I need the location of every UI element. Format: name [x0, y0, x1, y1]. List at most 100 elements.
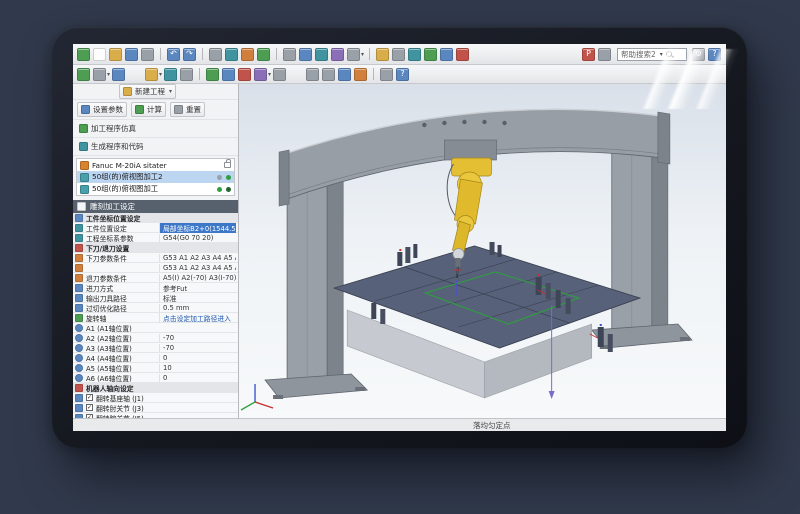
tree-item-toolpath-1[interactable]: 50组(的)俯视图加工	[77, 183, 234, 195]
property-value[interactable]: 标准	[159, 293, 236, 303]
undo-icon[interactable]: ↶	[167, 48, 181, 61]
flip-checkbox[interactable]	[86, 394, 93, 401]
property-row[interactable]: 下刀/退刀设置	[73, 243, 238, 253]
property-row[interactable]: 旋转轴 点击设定加工路径进入	[73, 313, 238, 323]
property-row[interactable]: 翻转肘关节 (J3)	[73, 403, 238, 413]
tree-item-toolpath-2[interactable]: 50组(的)俯视图加工2	[77, 171, 234, 183]
help-icon-2[interactable]: ?	[396, 68, 410, 81]
collision-check-icon[interactable]	[456, 48, 470, 61]
open-file-icon[interactable]	[109, 48, 123, 61]
property-value[interactable]: 10	[159, 364, 236, 372]
help-search-input[interactable]: 帮助搜索2 ▾	[617, 48, 687, 61]
property-row[interactable]: 工件坐标位置设定	[73, 213, 238, 223]
property-row[interactable]: 进刀方式 参考Fut	[73, 283, 238, 293]
machine-config-icon[interactable]: ▾	[145, 68, 162, 81]
simulation-icon[interactable]	[440, 48, 454, 61]
property-row[interactable]: 输出刀具路径 标准	[73, 293, 238, 303]
stock-setup-icon[interactable]	[180, 68, 194, 81]
viewport-3d[interactable]	[239, 84, 726, 418]
new-project-button[interactable]: 新建工程 ▾	[119, 84, 176, 99]
display-options-icon[interactable]	[380, 68, 394, 81]
save-icon[interactable]	[125, 48, 139, 61]
chevron-down-icon[interactable]: ▾	[660, 51, 663, 58]
property-row[interactable]: 工件位置设定 局部坐标B2+0(1544.582	[73, 223, 238, 233]
measure-tool-icon[interactable]	[331, 48, 345, 61]
help-icon[interactable]: ?	[708, 48, 722, 61]
property-row[interactable]: A3 (A3轴位置) -70	[73, 343, 238, 353]
settings-gear-icon[interactable]: ⚙	[692, 48, 706, 61]
redo-icon[interactable]: ↷	[183, 48, 197, 61]
property-label: 工程坐标系参数	[86, 233, 156, 243]
post-process-icon[interactable]	[273, 68, 287, 81]
sketch-tool-icon[interactable]	[112, 68, 126, 81]
edit-toolpath-icon[interactable]	[222, 68, 236, 81]
select-tool-icon[interactable]: ▾	[93, 68, 110, 81]
pan-view-icon[interactable]	[225, 48, 239, 61]
property-row[interactable]: 过切优化路径 0.5 mm	[73, 303, 238, 313]
zoom-fit-icon[interactable]	[354, 68, 368, 81]
property-row[interactable]: 退刀参数条件 A5(I) A2(-70) A3(I-70)	[73, 273, 238, 283]
new-toolpath-icon[interactable]	[206, 68, 220, 81]
zoom-view-icon[interactable]	[241, 48, 255, 61]
view-top-icon[interactable]	[322, 68, 336, 81]
wireframe-display-icon[interactable]	[283, 48, 297, 61]
flip-checkbox[interactable]	[86, 414, 93, 418]
property-value[interactable]: 0.5 mm	[159, 304, 236, 312]
property-row[interactable]: G53 A1 A2 A3 A4 A5 A6	[73, 263, 238, 273]
app-logo-icon[interactable]	[77, 48, 91, 61]
calculate-button[interactable]: 计算	[131, 102, 166, 117]
property-icon	[75, 214, 83, 222]
property-value[interactable]: -70	[159, 334, 236, 342]
property-value[interactable]: 局部坐标B2+0(1544.582	[159, 223, 236, 233]
workpiece-setup-icon[interactable]	[408, 48, 422, 61]
reset-icon	[174, 105, 183, 114]
property-value[interactable]: -70	[159, 344, 236, 352]
section-view-icon[interactable]	[315, 48, 329, 61]
shaded-display-icon[interactable]	[299, 48, 313, 61]
toolpath-create-icon[interactable]	[424, 48, 438, 61]
property-value[interactable]: 点击设定加工路径进入	[159, 313, 236, 323]
machining-settings-header[interactable]: 雕刻加工设定	[73, 200, 238, 213]
view-front-icon[interactable]	[306, 68, 320, 81]
property-value[interactable]: A5(I) A2(-70) A3(I-70)	[159, 274, 236, 282]
property-row[interactable]: 下刀参数条件 G53 A1 A2 A3 A4 A5 A6	[73, 253, 238, 263]
toolbar-icon-glyph	[408, 48, 421, 61]
property-row[interactable]: A5 (A5轴位置) 10	[73, 363, 238, 373]
property-row[interactable]: 翻转腕关节 (J5)	[73, 413, 238, 418]
property-value[interactable]: G54(G0 70 20)	[159, 234, 236, 242]
generate-code-button[interactable]: 生成程序和代码	[77, 140, 146, 153]
property-value[interactable]: G53 A1 A2 A3 A4 A5 A6	[159, 264, 236, 272]
property-row[interactable]: 机器人轴向设定	[73, 383, 238, 393]
property-value[interactable]: 0	[159, 354, 236, 362]
tool-library-icon[interactable]	[392, 48, 406, 61]
flip-checkbox[interactable]	[86, 404, 93, 411]
view-orientation-icon[interactable]: ▾	[347, 48, 364, 61]
property-row[interactable]: A1 (A1轴位置)	[73, 323, 238, 333]
simulate-program-button[interactable]: 加工程序仿真	[77, 122, 138, 135]
tree-item-robot[interactable]: Fanuc M-20iA sitater	[77, 159, 234, 171]
property-row[interactable]: 翻转基座轴 (J1)	[73, 393, 238, 403]
print-icon[interactable]	[141, 48, 155, 61]
property-value[interactable]: 0	[159, 374, 236, 382]
set-parameters-button[interactable]: 设置参数	[77, 102, 127, 117]
rotate-view-icon[interactable]	[257, 48, 271, 61]
property-label: A4 (A4轴位置)	[86, 353, 156, 363]
delete-toolpath-icon[interactable]	[238, 68, 252, 81]
property-row[interactable]: A6 (A6轴位置) 0	[73, 373, 238, 383]
app-logo-icon-2[interactable]	[77, 68, 91, 81]
select-arrow-icon[interactable]	[209, 48, 223, 61]
new-document-icon[interactable]	[93, 48, 107, 61]
property-row[interactable]: A4 (A4轴位置) 0	[73, 353, 238, 363]
coordinate-system-icon[interactable]	[164, 68, 178, 81]
toolbar-icon-glyph	[180, 68, 193, 81]
simulate-path-icon[interactable]: ▾	[254, 68, 271, 81]
robot-setup-icon[interactable]	[376, 48, 390, 61]
property-row[interactable]: 工程坐标系参数 G54(G0 70 20)	[73, 233, 238, 243]
screen-capture-icon[interactable]	[598, 48, 612, 61]
view-iso-icon[interactable]	[338, 68, 352, 81]
pdf-export-icon[interactable]: P	[582, 48, 596, 61]
property-value[interactable]: 参考Fut	[159, 283, 236, 293]
reset-button[interactable]: 重置	[170, 102, 205, 117]
property-value[interactable]: G53 A1 A2 A3 A4 A5 A6	[159, 254, 236, 262]
property-row[interactable]: A2 (A2轴位置) -70	[73, 333, 238, 343]
